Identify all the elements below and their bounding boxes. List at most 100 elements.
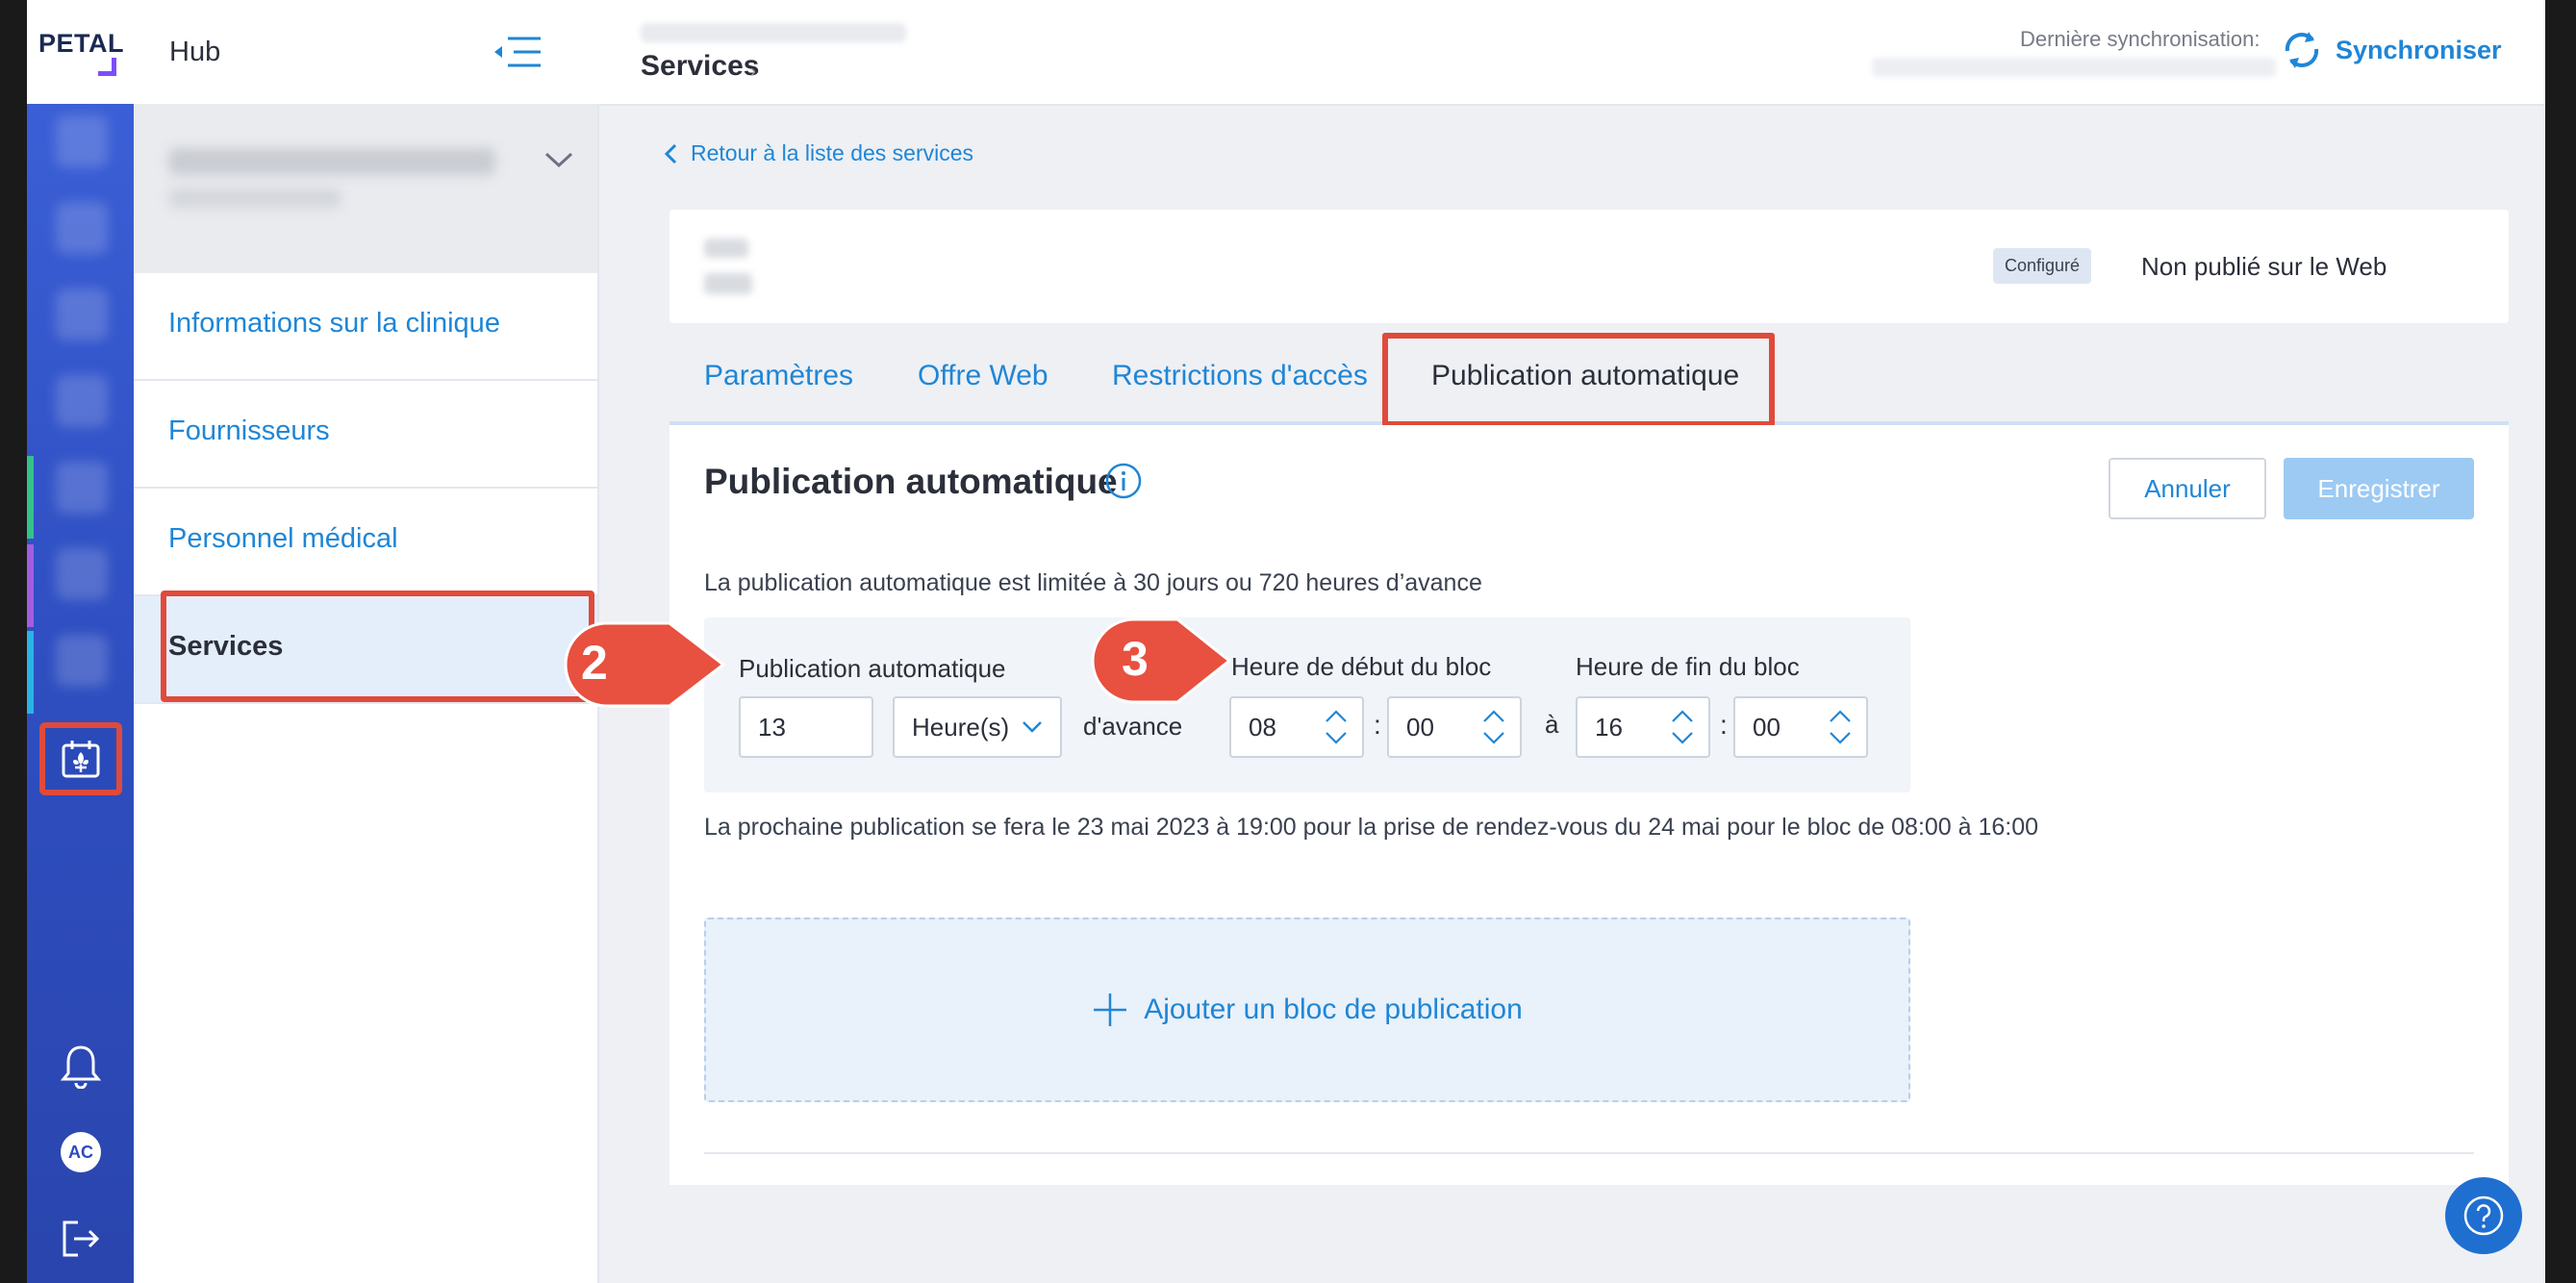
sidebar-item-clinic-info[interactable]: Informations sur la clinique bbox=[134, 273, 597, 381]
callout-step-2: 2 bbox=[562, 619, 735, 710]
breadcrumb-redacted bbox=[641, 23, 906, 42]
start-hour-stepper[interactable]: 08 bbox=[1229, 696, 1364, 758]
rail-accent-purple bbox=[27, 544, 34, 627]
panel-divider bbox=[704, 1152, 2474, 1154]
sidebar-item-medical-staff[interactable]: Personnel médical bbox=[134, 489, 597, 596]
help-icon bbox=[2463, 1195, 2504, 1236]
info-icon[interactable] bbox=[1104, 462, 1143, 500]
time-separator: : bbox=[1374, 710, 1381, 740]
auto-publication-panel: Publication automatique Annuler Enregist… bbox=[669, 425, 2509, 1185]
start-minute-value: 00 bbox=[1406, 712, 1434, 742]
time-separator: : bbox=[1720, 710, 1728, 740]
avatar: AC bbox=[61, 1132, 101, 1172]
sidebar-item-label: Fournisseurs bbox=[168, 415, 330, 446]
bell-icon bbox=[60, 1045, 102, 1089]
range-separator: à bbox=[1545, 710, 1559, 739]
sync-button[interactable]: Synchroniser bbox=[2280, 21, 2502, 79]
stepper-arrows-icon bbox=[1483, 710, 1504, 744]
page-title: Services bbox=[641, 50, 760, 82]
notifications-button[interactable] bbox=[54, 1039, 108, 1093]
end-minute-stepper[interactable]: 00 bbox=[1733, 696, 1868, 758]
hub-label: Hub bbox=[169, 37, 221, 67]
rail-highlight bbox=[38, 722, 122, 795]
chevron-down-icon bbox=[1023, 721, 1042, 733]
start-time-label: Heure de début du bloc bbox=[1231, 652, 1492, 681]
sync-icon bbox=[2285, 32, 2319, 68]
start-hour-value: 08 bbox=[1249, 712, 1276, 742]
rail-item-redacted[interactable] bbox=[56, 548, 108, 600]
rail-accent-cyan bbox=[27, 631, 34, 714]
clinic-name-redacted bbox=[168, 148, 495, 175]
web-publish-status: Non publié sur le Web bbox=[2141, 252, 2387, 281]
tab-restrictions[interactable]: Restrictions d'accès bbox=[1112, 360, 1368, 392]
back-link-label: Retour à la liste des services bbox=[691, 140, 974, 165]
plus-icon bbox=[1094, 994, 1127, 1026]
last-sync-label: Dernière synchronisation: bbox=[2020, 27, 2260, 51]
advance-suffix: d'avance bbox=[1083, 712, 1183, 741]
clinic-subtitle-redacted bbox=[168, 189, 341, 208]
rail-item-redacted[interactable] bbox=[56, 375, 108, 427]
callout-number: 3 bbox=[1122, 632, 1149, 686]
last-sync-value-redacted bbox=[1872, 58, 2276, 77]
publication-config-box: Publication automatique 13 Heure(s) d'av… bbox=[704, 617, 1910, 792]
sidebar-item-providers[interactable]: Fournisseurs bbox=[134, 381, 597, 489]
advance-amount-input[interactable]: 13 bbox=[739, 696, 873, 758]
service-code-redacted bbox=[704, 239, 748, 258]
tab-highlight-box bbox=[1382, 333, 1775, 427]
callout-number: 2 bbox=[581, 636, 608, 690]
stepper-arrows-icon bbox=[1672, 710, 1693, 744]
tab-parametres[interactable]: Paramètres bbox=[704, 360, 853, 392]
chevron-down-icon bbox=[544, 152, 573, 168]
end-hour-stepper[interactable]: 16 bbox=[1576, 696, 1710, 758]
top-header: PETAL Hub Services › Dernière synchronis… bbox=[27, 0, 2545, 106]
page-title-chevron: › bbox=[750, 62, 756, 81]
sidebar-item-label: Informations sur la clinique bbox=[168, 308, 500, 339]
rail-item-redacted[interactable] bbox=[56, 289, 108, 340]
rail-item-redacted[interactable] bbox=[56, 635, 108, 687]
main-nav-rail: AC bbox=[27, 104, 134, 1283]
add-publication-block-button[interactable]: Ajouter un bloc de publication bbox=[704, 918, 1910, 1102]
sidebar-item-label: Personnel médical bbox=[168, 523, 398, 554]
status-badge: Configuré bbox=[1993, 248, 2092, 284]
user-avatar-button[interactable]: AC bbox=[54, 1125, 108, 1179]
end-time-label: Heure de fin du bloc bbox=[1576, 652, 1800, 681]
sync-button-label: Synchroniser bbox=[2336, 35, 2502, 64]
auto-publication-label: Publication automatique bbox=[739, 654, 1006, 683]
tab-offre-web[interactable]: Offre Web bbox=[918, 360, 1048, 392]
advance-unit-select[interactable]: Heure(s) bbox=[893, 696, 1062, 758]
limit-description: La publication automatique est limitée à… bbox=[704, 569, 1482, 596]
logo-wordmark: PETAL bbox=[38, 29, 124, 58]
cancel-button[interactable]: Annuler bbox=[2109, 458, 2266, 519]
service-name-redacted bbox=[704, 273, 752, 294]
calendar-fleur-icon bbox=[62, 741, 99, 778]
callout-arrow-shape bbox=[1091, 617, 1232, 704]
rail-item-redacted[interactable] bbox=[56, 202, 108, 254]
app-window: PETAL Hub Services › Dernière synchronis… bbox=[27, 0, 2545, 1283]
stepper-arrows-icon bbox=[1830, 710, 1851, 744]
logout-button[interactable] bbox=[54, 1212, 108, 1266]
add-block-label: Ajouter un bloc de publication bbox=[1144, 994, 1523, 1025]
logo-mark-icon bbox=[98, 58, 116, 76]
start-minute-stepper[interactable]: 00 bbox=[1387, 696, 1522, 758]
service-header-card: Configuré Non publié sur le Web bbox=[669, 210, 2509, 323]
save-button[interactable]: Enregistrer bbox=[2284, 458, 2474, 519]
rail-item-redacted[interactable] bbox=[56, 115, 108, 167]
clinic-selector[interactable] bbox=[134, 104, 597, 273]
collapse-sidebar-button[interactable] bbox=[491, 33, 544, 71]
callout-step-3: 3 bbox=[1089, 616, 1233, 706]
back-to-services-link[interactable]: Retour à la liste des services bbox=[664, 140, 973, 166]
chevron-left-icon bbox=[664, 143, 677, 164]
rail-accent-green bbox=[27, 456, 34, 539]
next-publication-text: La prochaine publication se fera le 23 m… bbox=[704, 814, 2039, 841]
help-button[interactable] bbox=[2445, 1177, 2522, 1254]
end-minute-value: 00 bbox=[1753, 712, 1780, 742]
collapse-menu-icon bbox=[494, 37, 541, 67]
logout-icon bbox=[63, 1220, 100, 1257]
rail-item-redacted[interactable] bbox=[56, 462, 108, 514]
advance-unit-value: Heure(s) bbox=[912, 712, 1010, 742]
stepper-arrows-icon bbox=[1326, 710, 1347, 744]
rail-item-auto-publication[interactable] bbox=[27, 719, 134, 798]
petal-logo[interactable]: PETAL bbox=[38, 29, 125, 77]
services-highlight-box bbox=[161, 591, 594, 702]
panel-title: Publication automatique bbox=[704, 462, 1118, 501]
